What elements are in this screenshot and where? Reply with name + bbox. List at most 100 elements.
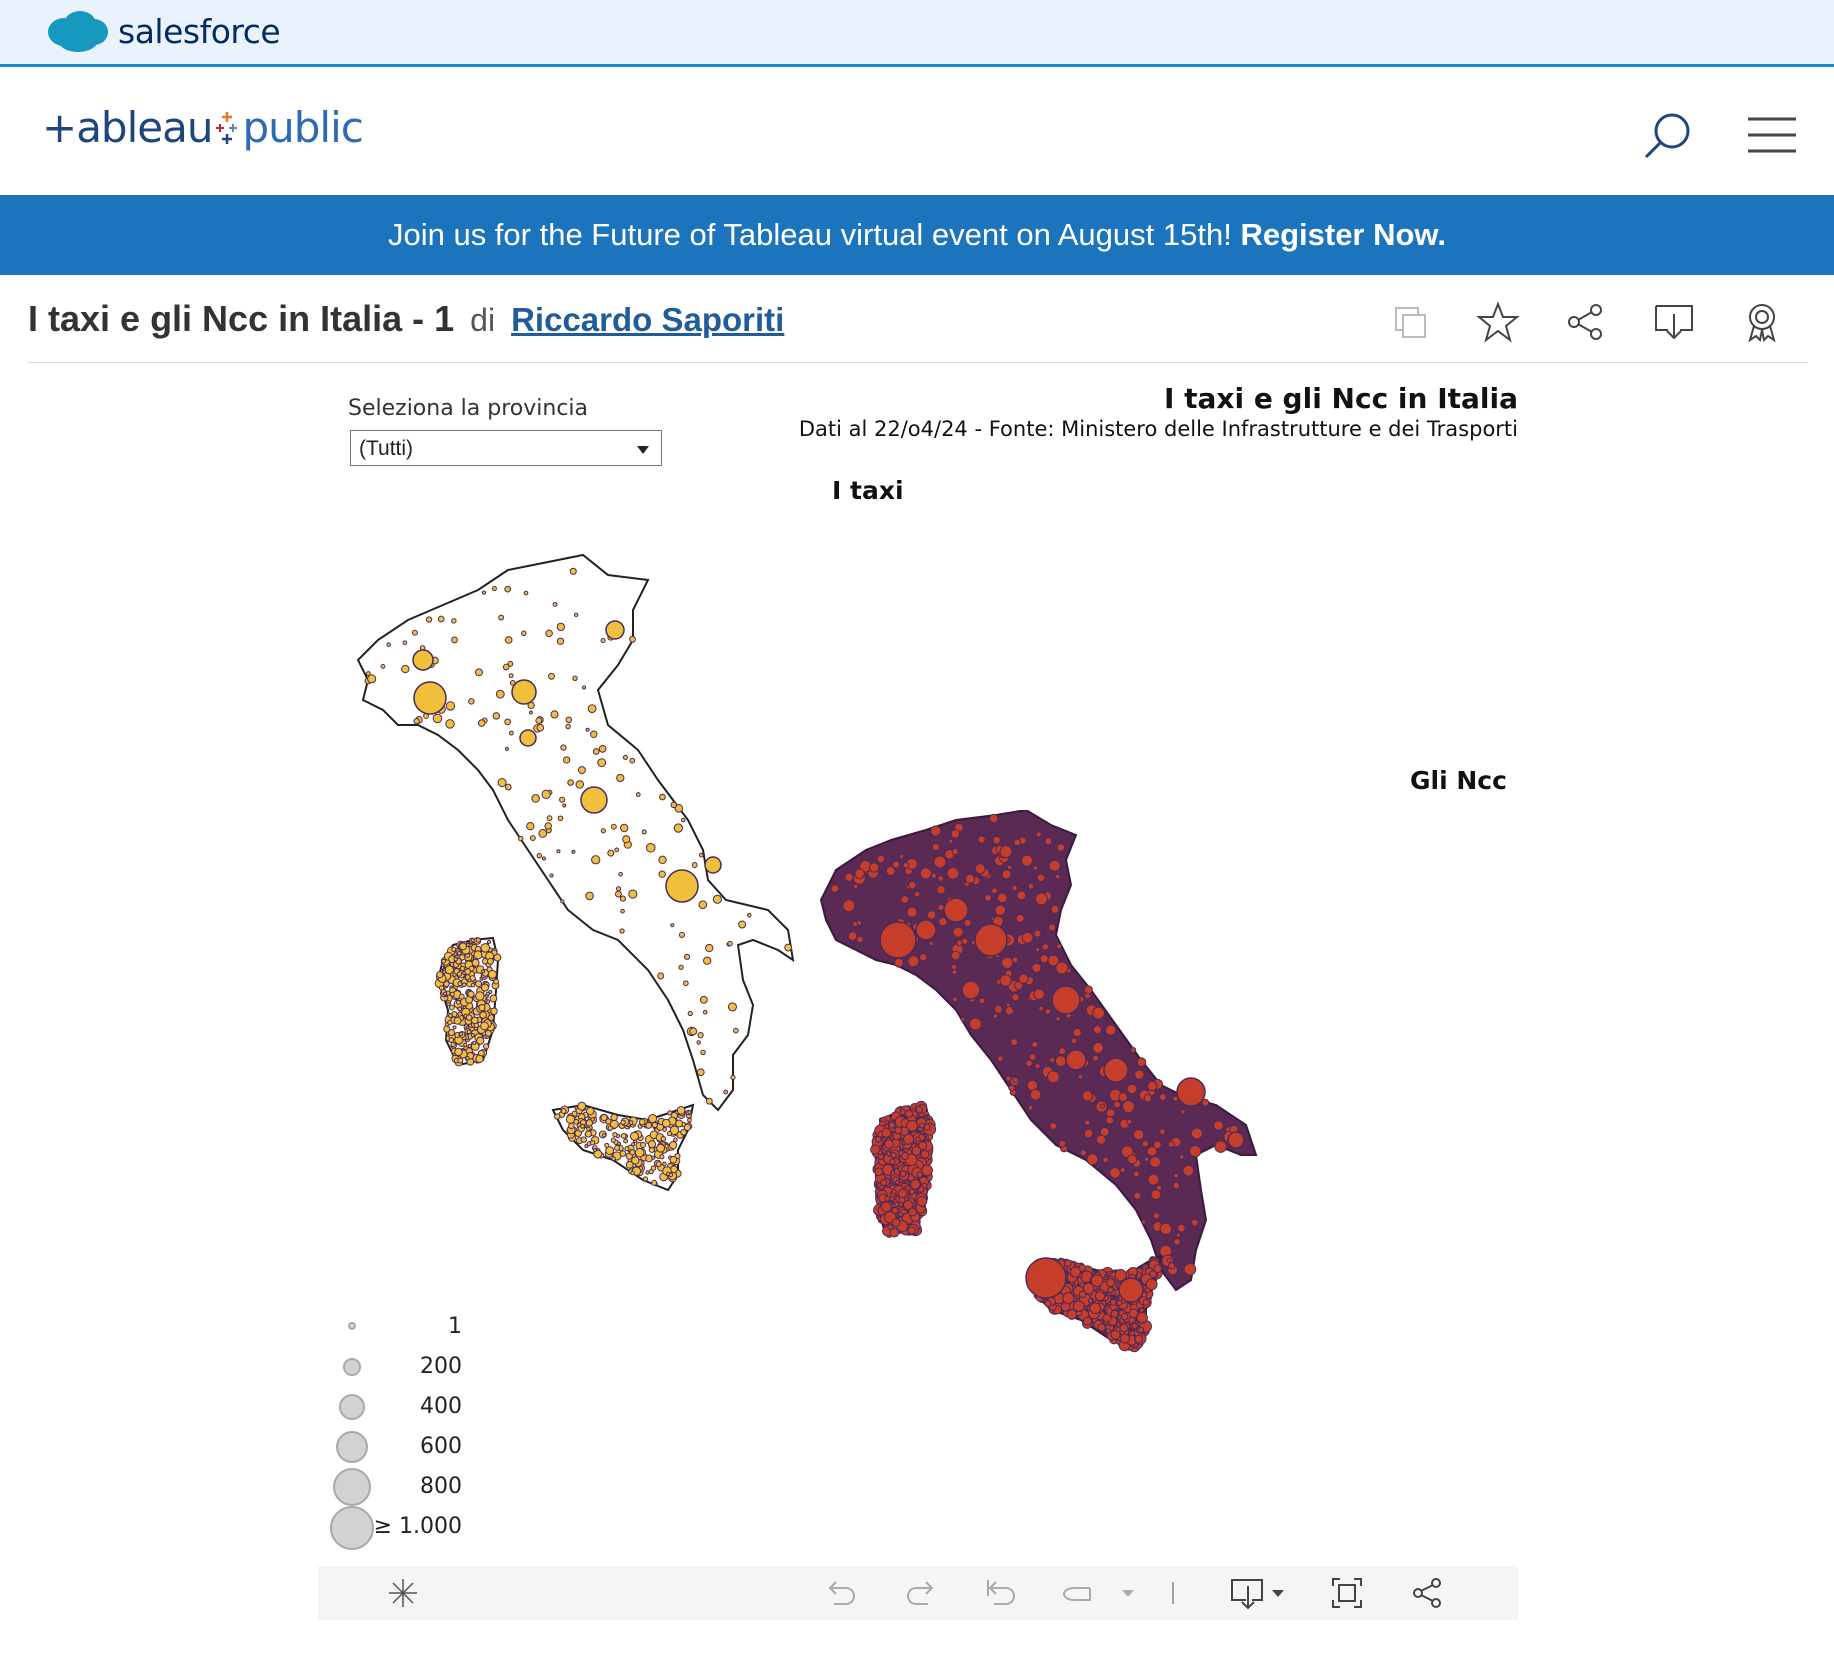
map-symbol[interactable] xyxy=(478,1003,486,1012)
map-symbol[interactable] xyxy=(476,1036,485,1045)
map-symbol[interactable] xyxy=(413,681,447,715)
map-symbol[interactable] xyxy=(937,903,945,912)
map-symbol[interactable] xyxy=(470,982,476,988)
map-symbol[interactable] xyxy=(1058,1139,1067,1148)
map-symbol[interactable] xyxy=(1167,1140,1175,1148)
map-symbol[interactable] xyxy=(1150,1189,1162,1200)
map-symbol[interactable] xyxy=(590,1117,595,1122)
map-symbol[interactable] xyxy=(1020,854,1034,867)
map-symbol[interactable] xyxy=(1143,1156,1150,1162)
map-symbol[interactable] xyxy=(670,923,675,928)
map-symbol[interactable] xyxy=(1087,1298,1094,1304)
map-symbol[interactable] xyxy=(1044,837,1053,846)
province-dropdown[interactable]: (Tutti) xyxy=(350,430,662,466)
map-symbol[interactable] xyxy=(1025,1059,1033,1068)
map-symbol[interactable] xyxy=(999,845,1013,859)
map-symbol[interactable] xyxy=(1032,865,1039,871)
map-symbol[interactable] xyxy=(504,718,512,726)
map-symbol[interactable] xyxy=(948,838,954,844)
map-symbol[interactable] xyxy=(1001,956,1014,969)
map-symbol[interactable] xyxy=(457,951,462,956)
map-symbol[interactable] xyxy=(544,822,552,830)
map-symbol[interactable] xyxy=(580,1123,585,1129)
map-symbol[interactable] xyxy=(467,1043,472,1049)
map-symbol[interactable] xyxy=(889,1158,896,1166)
map-symbol[interactable] xyxy=(842,899,856,913)
map-symbol[interactable] xyxy=(508,730,514,736)
map-symbol[interactable] xyxy=(622,835,631,844)
map-symbol[interactable] xyxy=(704,856,722,874)
map-symbol[interactable] xyxy=(502,663,510,671)
map-symbol[interactable] xyxy=(950,963,958,971)
map-symbol[interactable] xyxy=(450,1041,456,1048)
map-symbol[interactable] xyxy=(472,1040,477,1045)
map-symbol[interactable] xyxy=(1145,1278,1158,1291)
map-symbol[interactable] xyxy=(526,822,535,831)
map-symbol[interactable] xyxy=(1065,1049,1087,1071)
map-symbol[interactable] xyxy=(411,629,418,636)
map-symbol[interactable] xyxy=(906,906,918,918)
map-symbol[interactable] xyxy=(660,1135,667,1142)
map-symbol[interactable] xyxy=(1086,1153,1099,1166)
map-symbol[interactable] xyxy=(541,789,551,800)
download-icon[interactable] xyxy=(1652,300,1696,344)
map-symbol[interactable] xyxy=(575,780,585,789)
map-symbol[interactable] xyxy=(1189,1145,1202,1158)
map-symbol[interactable] xyxy=(451,618,457,624)
map-symbol[interactable] xyxy=(1092,1041,1104,1054)
map-symbol[interactable] xyxy=(457,1006,463,1012)
map-symbol[interactable] xyxy=(550,710,559,719)
map-symbol[interactable] xyxy=(950,950,961,961)
map-symbol[interactable] xyxy=(921,1164,933,1177)
map-symbol[interactable] xyxy=(618,871,624,877)
map-symbol[interactable] xyxy=(518,835,524,842)
map-symbol[interactable] xyxy=(1105,1115,1115,1125)
map-symbol[interactable] xyxy=(904,1109,914,1119)
map-symbol[interactable] xyxy=(648,1114,658,1124)
map-symbol[interactable] xyxy=(1133,1129,1145,1141)
map-symbol[interactable] xyxy=(584,1130,592,1138)
map-symbol[interactable] xyxy=(900,895,910,904)
map-symbol[interactable] xyxy=(1173,1172,1179,1179)
map-symbol[interactable] xyxy=(591,855,601,865)
map-symbol[interactable] xyxy=(673,1137,678,1143)
map-symbol[interactable] xyxy=(698,900,708,910)
map-symbol[interactable] xyxy=(989,813,999,824)
map-symbol[interactable] xyxy=(874,1167,884,1177)
map-symbol[interactable] xyxy=(895,1179,901,1185)
register-now-link[interactable]: Register Now. xyxy=(1240,217,1446,252)
map-symbol[interactable] xyxy=(457,981,463,987)
map-symbol[interactable] xyxy=(481,590,487,595)
map-symbol[interactable] xyxy=(470,1016,479,1025)
map-symbol[interactable] xyxy=(907,880,917,890)
map-symbol[interactable] xyxy=(902,861,910,869)
map-symbol[interactable] xyxy=(592,1147,597,1153)
map-symbol[interactable] xyxy=(1095,1134,1107,1145)
map-symbol[interactable] xyxy=(560,1107,567,1114)
map-symbol[interactable] xyxy=(1012,1076,1019,1084)
map-symbol[interactable] xyxy=(560,744,567,751)
map-symbol[interactable] xyxy=(1044,1008,1052,1015)
map-symbol[interactable] xyxy=(1064,1259,1072,1268)
map-symbol[interactable] xyxy=(884,1195,891,1202)
map-symbol[interactable] xyxy=(425,616,433,623)
map-symbol[interactable] xyxy=(1130,1046,1137,1054)
map-symbol[interactable] xyxy=(545,629,553,638)
map-symbol[interactable] xyxy=(1153,1140,1162,1150)
map-symbol[interactable] xyxy=(784,943,793,952)
map-symbol[interactable] xyxy=(919,1122,925,1129)
map-symbol[interactable] xyxy=(1044,1300,1052,1308)
map-symbol[interactable] xyxy=(615,886,622,892)
map-symbol[interactable] xyxy=(1006,864,1013,871)
map-symbol[interactable] xyxy=(727,1002,737,1012)
map-symbol[interactable] xyxy=(458,993,465,1000)
map-symbol[interactable] xyxy=(907,1226,916,1235)
map-symbol[interactable] xyxy=(447,1019,453,1026)
map-symbol[interactable] xyxy=(467,990,475,998)
map-symbol[interactable] xyxy=(1136,1057,1147,1068)
map-symbol[interactable] xyxy=(620,908,625,914)
map-symbol[interactable] xyxy=(699,995,708,1004)
map-symbol[interactable] xyxy=(580,1136,587,1143)
map-symbol[interactable] xyxy=(1033,988,1045,1000)
map-symbol[interactable] xyxy=(687,1010,693,1017)
